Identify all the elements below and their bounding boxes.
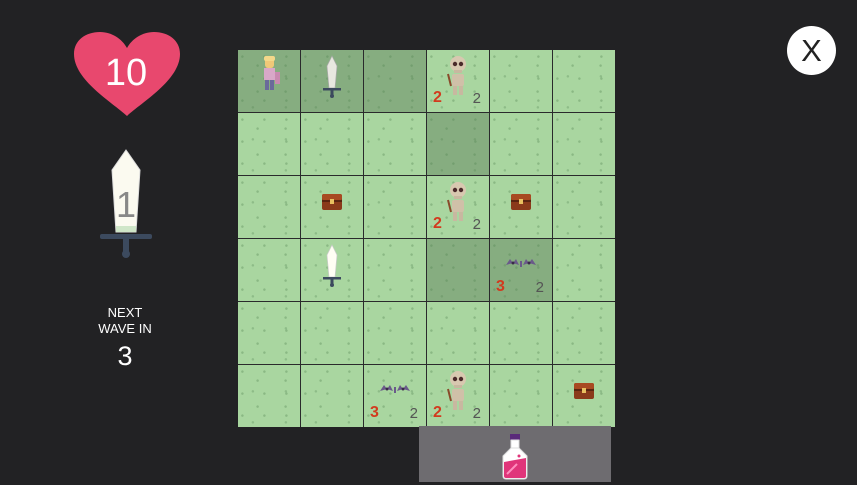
- board-cell[interactable]: [364, 113, 426, 175]
- grass-texture: [238, 302, 300, 364]
- grass-texture: [364, 239, 426, 301]
- grass-texture: [553, 50, 615, 112]
- grass-texture: [238, 365, 300, 427]
- potion-icon: [502, 434, 528, 480]
- player-icon: [264, 56, 280, 90]
- board-cell[interactable]: [553, 365, 615, 427]
- board-cell[interactable]: [301, 176, 363, 238]
- grass-texture: [490, 113, 552, 175]
- enemy-health-value: 2: [409, 405, 418, 422]
- board-cell[interactable]: [553, 302, 615, 364]
- health-value: 10: [104, 52, 148, 94]
- treasure-chest-icon: [322, 194, 342, 210]
- grass-texture: [490, 365, 552, 427]
- grass-texture: [364, 50, 426, 112]
- board-cell[interactable]: [490, 365, 552, 427]
- attack-value: 1: [115, 184, 137, 225]
- grass-texture: [364, 113, 426, 175]
- game-board: 2222323222: [238, 50, 615, 427]
- board-cell[interactable]: [427, 302, 489, 364]
- board-cell[interactable]: [553, 50, 615, 112]
- board-cell[interactable]: 22: [427, 50, 489, 112]
- board-cell[interactable]: [490, 302, 552, 364]
- inventory-bar: [419, 426, 611, 482]
- board-cell[interactable]: [301, 365, 363, 427]
- board-cell[interactable]: [427, 239, 489, 301]
- next-wave-label: NEXT WAVE IN: [98, 305, 152, 336]
- potion-item[interactable]: [499, 434, 531, 485]
- treasure-chest-icon: [511, 194, 531, 210]
- board-cell[interactable]: [238, 50, 300, 112]
- board-cell[interactable]: 22: [427, 176, 489, 238]
- board-cell[interactable]: 22: [427, 365, 489, 427]
- board-cell[interactable]: [490, 113, 552, 175]
- board-cell[interactable]: [553, 239, 615, 301]
- enemy-attack-value: 2: [433, 89, 442, 106]
- treasure-chest-icon: [574, 383, 594, 399]
- board-cell[interactable]: [364, 302, 426, 364]
- grass-texture: [301, 365, 363, 427]
- board-cell[interactable]: [427, 113, 489, 175]
- grass-texture: [238, 113, 300, 175]
- grass-texture: [553, 176, 615, 238]
- enemy-health-value: 2: [472, 405, 481, 422]
- board-cell[interactable]: [238, 176, 300, 238]
- enemy-attack-value: 2: [433, 404, 442, 421]
- sword-icon: [323, 244, 341, 287]
- board-cell[interactable]: [490, 176, 552, 238]
- grass-texture: [427, 302, 489, 364]
- board-cell[interactable]: 32: [490, 239, 552, 301]
- grass-texture: [553, 239, 615, 301]
- bats-icon: [380, 385, 410, 393]
- enemy-attack-value: 3: [496, 278, 505, 295]
- enemy-attack-value: 3: [370, 404, 379, 421]
- board-cell[interactable]: [238, 365, 300, 427]
- grass-texture: [301, 302, 363, 364]
- sword-icon: [323, 55, 341, 98]
- grass-texture: [553, 302, 615, 364]
- board-cell[interactable]: [238, 302, 300, 364]
- grass-texture: [364, 176, 426, 238]
- grass-texture: [490, 50, 552, 112]
- enemy-health-value: 2: [472, 216, 481, 233]
- board-cell[interactable]: [301, 113, 363, 175]
- grass-texture: [490, 302, 552, 364]
- board-cell[interactable]: [238, 239, 300, 301]
- grass-texture: [364, 302, 426, 364]
- board-cell[interactable]: [301, 302, 363, 364]
- board-cell[interactable]: [553, 176, 615, 238]
- grass-texture: [301, 113, 363, 175]
- grass-texture: [553, 113, 615, 175]
- board-cell[interactable]: [364, 239, 426, 301]
- board-cell[interactable]: [490, 50, 552, 112]
- board-cell[interactable]: [301, 50, 363, 112]
- enemy-health-value: 2: [535, 279, 544, 296]
- board-cell[interactable]: 32: [364, 365, 426, 427]
- skeleton-icon: [447, 56, 466, 95]
- board-cell[interactable]: [553, 113, 615, 175]
- board-cell[interactable]: [364, 50, 426, 112]
- grass-texture: [427, 113, 489, 175]
- enemy-attack-value: 2: [433, 215, 442, 232]
- close-button[interactable]: X: [787, 26, 836, 75]
- board-cell[interactable]: [238, 113, 300, 175]
- enemy-health-value: 2: [472, 90, 481, 107]
- bats-icon: [506, 259, 536, 267]
- grass-texture: [427, 239, 489, 301]
- next-wave-count: 3: [117, 341, 133, 371]
- attack-sword: 1: [96, 148, 156, 260]
- skeleton-icon: [447, 371, 466, 410]
- grass-texture: [238, 176, 300, 238]
- grass-texture: [238, 239, 300, 301]
- skeleton-icon: [447, 182, 466, 221]
- board-cell[interactable]: [364, 176, 426, 238]
- health-heart: 10: [72, 30, 182, 120]
- board-cell[interactable]: [301, 239, 363, 301]
